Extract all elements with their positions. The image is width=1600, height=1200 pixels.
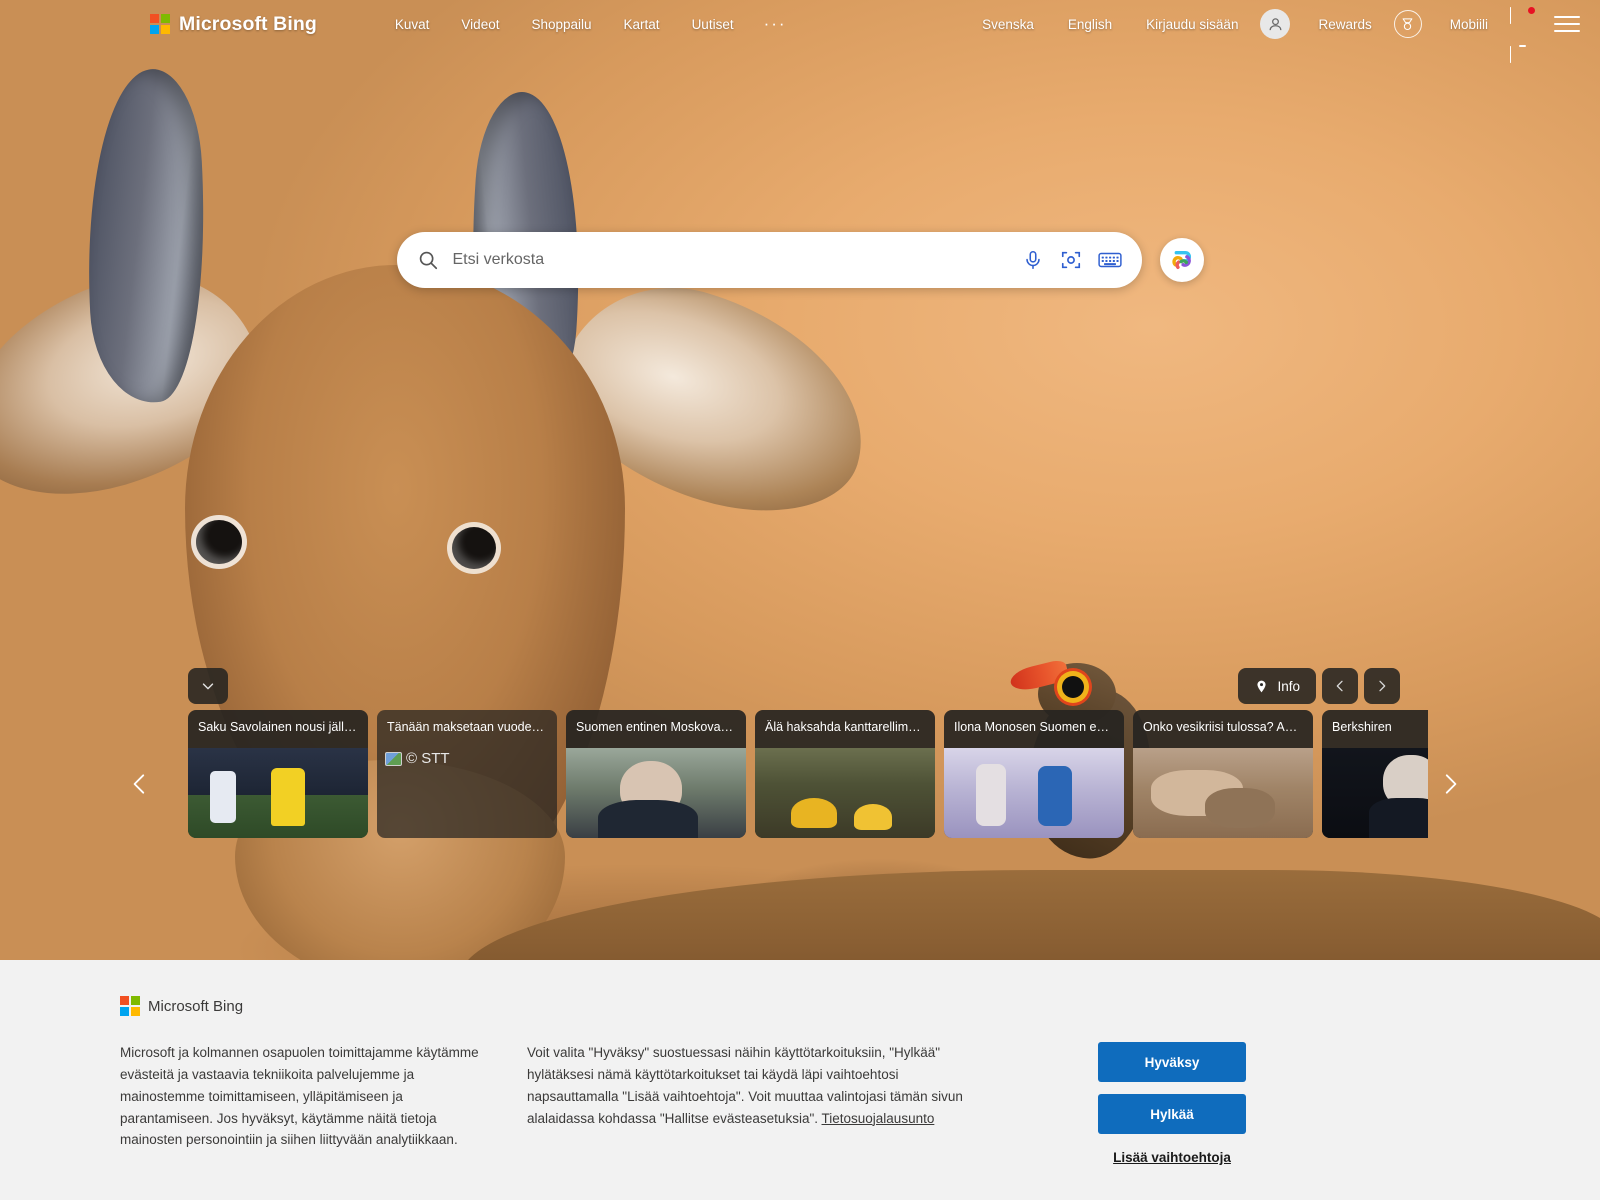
microsoft-logo-icon	[150, 14, 170, 34]
sign-in-link[interactable]: Kirjaudu sisään	[1130, 11, 1254, 38]
news-card[interactable]: Tänään maksetaan vuode… © STT	[377, 710, 557, 838]
search-icon	[419, 251, 437, 270]
image-info-button[interactable]: Info	[1238, 668, 1316, 704]
carousel-scroll-right-button[interactable]	[1428, 762, 1472, 806]
notification-dot	[1528, 7, 1535, 14]
secondary-nav: Svenska English Kirjaudu sisään Rewards …	[966, 7, 1580, 63]
image-credit-text: © STT	[406, 750, 450, 767]
carousel-scroll-left-button[interactable]	[118, 762, 162, 806]
search-input[interactable]	[452, 251, 1022, 269]
nav-videos[interactable]: Videot	[445, 11, 515, 38]
language-english-link[interactable]: English	[1052, 11, 1128, 38]
hero-background-region: Microsoft Bing Kuvat Videot Shoppailu Ka…	[0, 0, 1600, 960]
chevron-right-icon	[1445, 774, 1457, 794]
news-card-title: Berkshiren	[1332, 720, 1392, 734]
news-carousel[interactable]: Saku Savolainen nousi jäll… Tänään makse…	[188, 710, 1428, 838]
copilot-button[interactable]	[1159, 238, 1204, 282]
chevron-left-icon	[1336, 680, 1343, 692]
news-card-title: Saku Savolainen nousi jäll…	[198, 720, 357, 734]
microphone-icon[interactable]	[1022, 249, 1044, 271]
news-card-title: Suomen entinen Moskova…	[576, 720, 734, 734]
hamburger-menu-icon[interactable]	[1554, 16, 1580, 32]
rewards-medal-icon[interactable]	[1393, 10, 1422, 38]
broken-image-icon	[385, 751, 402, 766]
nav-news[interactable]: Uutiset	[676, 11, 750, 38]
cookie-banner-body: Microsoft ja kolmannen osapuolen toimitt…	[120, 1042, 1480, 1165]
person-icon	[1269, 17, 1282, 30]
news-card-thumbnail	[1133, 748, 1313, 838]
rewards-link[interactable]: Rewards	[1302, 11, 1387, 38]
chevron-left-icon	[133, 774, 145, 794]
avatar[interactable]	[1260, 9, 1291, 39]
visual-search-icon[interactable]	[1060, 249, 1082, 271]
nav-maps[interactable]: Kartat	[608, 11, 676, 38]
medal-glyph-icon	[1402, 17, 1413, 30]
more-options-link[interactable]: Lisää vaihtoehtoja	[1113, 1150, 1231, 1165]
language-swedish-link[interactable]: Svenska	[966, 11, 1050, 38]
primary-nav: Kuvat Videot Shoppailu Kartat Uutiset ··…	[379, 11, 801, 38]
carousel-next-button[interactable]	[1364, 668, 1400, 704]
news-card[interactable]: Älä haksahda kanttarellim…	[755, 710, 935, 838]
info-label: Info	[1277, 678, 1300, 694]
news-card[interactable]: Ilona Monosen Suomen e…	[944, 710, 1124, 838]
location-pin-icon	[1257, 680, 1267, 692]
carousel-controls: Info	[1238, 668, 1400, 704]
news-card[interactable]: Onko vesikriisi tulossa? A…	[1133, 710, 1313, 838]
news-card-thumbnail	[566, 748, 746, 838]
reject-button[interactable]: Hylkää	[1098, 1094, 1246, 1134]
privacy-statement-link[interactable]: Tietosuojalausunto	[822, 1111, 935, 1126]
expand-news-button[interactable]	[188, 668, 228, 704]
news-card-title: Tänään maksetaan vuode…	[387, 720, 545, 734]
news-card-thumbnail	[755, 748, 935, 838]
bing-logo[interactable]: Microsoft Bing	[150, 13, 317, 36]
chevron-down-icon	[202, 683, 214, 690]
accept-button[interactable]: Hyväksy	[1098, 1042, 1246, 1082]
search-action-icons	[1022, 249, 1126, 271]
search-area	[0, 232, 1600, 288]
news-card-thumbnail	[1322, 748, 1428, 838]
broken-image-placeholder: © STT	[377, 748, 557, 769]
news-card[interactable]: Saku Savolainen nousi jäll…	[188, 710, 368, 838]
brand-name: Microsoft Bing	[179, 12, 317, 35]
mobile-phone-icon[interactable]	[1510, 7, 1535, 63]
more-menu-ellipsis-icon[interactable]: ···	[750, 13, 801, 35]
mobile-link[interactable]: Mobiili	[1434, 11, 1504, 38]
cookie-text-right: Voit valita "Hyväksy" suostuessasi näihi…	[527, 1042, 987, 1129]
keyboard-icon[interactable]	[1097, 249, 1122, 271]
news-card-title: Ilona Monosen Suomen e…	[954, 720, 1109, 734]
nav-images[interactable]: Kuvat	[379, 11, 446, 38]
news-card-title: Älä haksahda kanttarellim…	[765, 720, 921, 734]
news-card[interactable]: Suomen entinen Moskova…	[566, 710, 746, 838]
cookie-banner-brand: Microsoft Bing	[120, 996, 1480, 1016]
cookie-text-left: Microsoft ja kolmannen osapuolen toimitt…	[120, 1045, 479, 1148]
cookie-consent-banner: Microsoft Bing Microsoft ja kolmannen os…	[0, 960, 1600, 1200]
news-card-thumbnail: © STT	[377, 748, 557, 838]
copilot-icon	[1171, 250, 1191, 270]
microsoft-logo-icon	[120, 996, 140, 1016]
news-card-title: Onko vesikriisi tulossa? A…	[1143, 720, 1298, 734]
top-navigation-bar: Microsoft Bing Kuvat Videot Shoppailu Ka…	[0, 0, 1600, 63]
news-card[interactable]: Berkshiren	[1322, 710, 1428, 838]
news-card-thumbnail	[188, 748, 368, 838]
carousel-prev-button[interactable]	[1322, 668, 1358, 704]
search-box[interactable]	[396, 232, 1142, 288]
news-card-thumbnail	[944, 748, 1124, 838]
chevron-right-icon	[1379, 680, 1386, 692]
cookie-banner-brand-name: Microsoft Bing	[148, 997, 244, 1015]
cookie-actions: Hyväksy Hylkää Lisää vaihtoehtoja	[1097, 1042, 1247, 1165]
nav-shopping[interactable]: Shoppailu	[515, 11, 607, 38]
